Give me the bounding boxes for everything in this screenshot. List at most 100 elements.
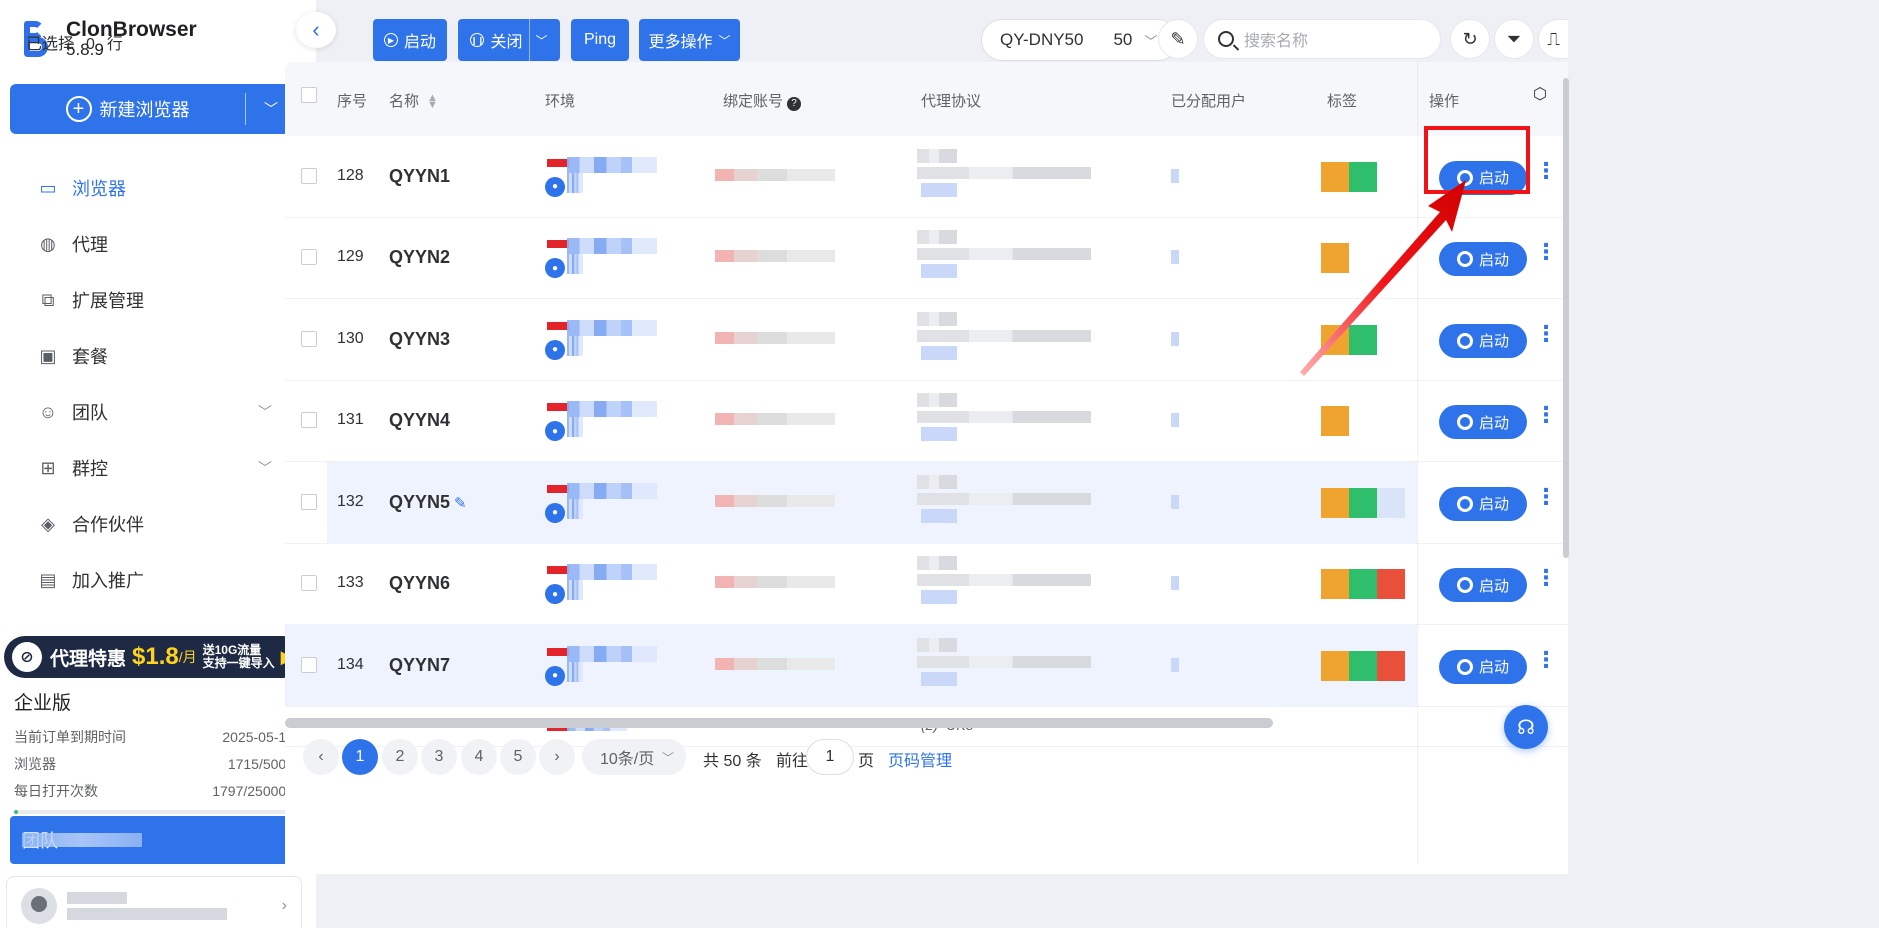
bookmark-button[interactable]: ⎍ — [1538, 19, 1568, 59]
row-start-button[interactable]: 启动 — [1439, 160, 1527, 195]
goto-page-input[interactable]: 1 — [806, 739, 854, 775]
promo-subtext: 送10G流量 支持一键导入 — [202, 643, 275, 670]
table-row[interactable]: 134 QYYN7 ● 启动 ⋮ — [285, 625, 1568, 707]
more-options-icon[interactable]: ⋮ — [1535, 485, 1557, 507]
sidebar-item-browser[interactable]: ▭ 浏览器 — [0, 160, 316, 216]
proxy-promo-icon: ⊘ — [12, 642, 42, 672]
table-row[interactable]: 132 QYYN5 ✎ ● 启动 ⋮ — [285, 462, 1568, 544]
sidebar-item-label: 代理 — [72, 235, 108, 255]
table-row[interactable]: 128 QYYN1 ● 启动 ⋮ — [285, 136, 1568, 218]
env-info-blurred — [567, 482, 657, 499]
more-actions-button[interactable]: 更多操作 ﹀ — [639, 19, 740, 61]
sort-icon[interactable]: ▲ ▼ — [427, 93, 438, 111]
refresh-button[interactable]: ↻ — [1450, 19, 1490, 59]
sidebar-item-team[interactable]: ☺ 团队 ﹀ — [0, 384, 316, 440]
horizontal-scrollbar[interactable] — [285, 718, 1273, 728]
goto-suffix: 页 — [858, 753, 875, 770]
row-start-button[interactable]: 启动 — [1439, 323, 1527, 358]
row-checkbox[interactable] — [301, 167, 317, 184]
more-options-icon[interactable]: ⋮ — [1535, 404, 1557, 426]
proxy-promo-banner[interactable]: ⊘ 代理特惠 $1.8 /月 送10G流量 支持一键导入 ▶ — [4, 636, 304, 678]
header-name[interactable]: 名称 ▲ ▼ — [389, 90, 438, 111]
vertical-scrollbar[interactable] — [1563, 78, 1569, 558]
support-float-button[interactable]: ☊ — [1504, 705, 1548, 749]
close-dropdown-chevron-icon[interactable]: ﹀ — [536, 32, 548, 49]
table-row[interactable]: 131 QYYN4 ● 启动 ⋮ — [285, 381, 1568, 462]
sidebar-item-partners[interactable]: ◈ 合作伙伴 — [0, 496, 316, 552]
row-index: 133 — [337, 574, 364, 592]
more-options-icon[interactable]: ⋮ — [1535, 241, 1557, 263]
sidebar-item-group-control[interactable]: ⊞ 群控 ﹀ — [0, 440, 316, 496]
column-settings-icon[interactable]: ⬡ — [1533, 84, 1547, 104]
start-selected-button[interactable]: ▶ 启动 — [373, 19, 447, 61]
tag-chip — [1321, 324, 1349, 355]
page-3[interactable]: 3 — [421, 739, 457, 775]
new-browser-button[interactable]: + 新建浏览器 ﹀ — [10, 84, 296, 134]
table-row[interactable]: 133 QYYN6 ● 启动 ⋮ — [285, 544, 1568, 625]
promo-price: $1.8 — [132, 643, 179, 670]
chrome-icon — [1456, 414, 1473, 431]
tag-chip — [1349, 324, 1377, 355]
cookie-icon: ● — [545, 176, 565, 197]
sidebar-item-affiliate[interactable]: ▤ 加入推广 — [0, 552, 316, 608]
table-row[interactable]: 130 QYYN3 ● 启动 ⋮ — [285, 299, 1568, 381]
page-5[interactable]: 5 — [500, 739, 536, 775]
more-options-icon[interactable]: ⋮ — [1535, 648, 1557, 670]
more-options-icon[interactable]: ⋮ — [1535, 567, 1557, 589]
row-start-button[interactable]: 启动 — [1439, 568, 1527, 603]
users-blurred — [1171, 250, 1179, 265]
row-checkbox[interactable] — [301, 656, 317, 673]
ping-button[interactable]: Ping — [571, 19, 629, 61]
search-input[interactable]: 搜索名称 — [1203, 19, 1441, 59]
edit-group-button[interactable]: ✎ — [1158, 19, 1198, 59]
promo-line2: 支持一键导入 — [202, 656, 275, 670]
page-2[interactable]: 2 — [382, 739, 418, 775]
tag-chip — [1321, 161, 1349, 192]
filter-button[interactable]: ⏷ — [1494, 19, 1534, 59]
prev-page-button[interactable]: ‹ — [303, 739, 339, 775]
row-checkbox[interactable] — [301, 493, 317, 510]
globe-icon: ◍ — [40, 233, 56, 254]
group-select[interactable]: QY-DNY50 50 ﹀ — [981, 19, 1179, 61]
row-checkbox[interactable] — [301, 575, 317, 592]
account-blurred — [715, 576, 835, 589]
proxy-info-blurred — [917, 556, 957, 571]
sidebar-item-proxy[interactable]: ◍ 代理 — [0, 216, 316, 272]
row-start-button[interactable]: 启动 — [1439, 242, 1527, 277]
total-count: 共 50 条 — [703, 753, 762, 770]
row-checkbox[interactable] — [301, 330, 317, 347]
row-name-text: QYYN7 — [389, 654, 451, 675]
page-4[interactable]: 4 — [461, 739, 497, 775]
team-switcher[interactable]: 团队 — [10, 816, 298, 864]
more-options-icon[interactable]: ⋮ — [1535, 159, 1557, 181]
row-start-button[interactable]: 启动 — [1439, 486, 1527, 521]
page-manage-link[interactable]: 页码管理 — [888, 747, 952, 771]
user-card[interactable]: › — [6, 876, 302, 928]
sidebar-item-plans[interactable]: ▣ 套餐 — [0, 328, 316, 384]
team-icon: ☺ — [38, 401, 58, 422]
cookie-icon: ● — [545, 584, 565, 605]
sidebar-item-extensions[interactable]: ⧉ 扩展管理 — [0, 272, 316, 328]
proxy-info-blurred — [921, 427, 957, 442]
help-icon[interactable]: ? — [787, 97, 802, 111]
page-1[interactable]: 1 — [342, 739, 378, 775]
proxy-info-blurred — [917, 574, 1091, 587]
new-browser-main[interactable]: + 新建浏览器 — [10, 96, 245, 122]
close-selected-button[interactable]: ❙❙ 关闭 ﹀ — [458, 19, 560, 61]
row-checkbox[interactable] — [301, 412, 317, 429]
row-start-button[interactable]: 启动 — [1439, 405, 1527, 440]
pause-circle-icon: ❙❙ — [470, 33, 485, 47]
page-size-select[interactable]: 10条/页 ﹀ — [582, 739, 686, 775]
tag-chip — [1349, 569, 1377, 600]
sidebar-item-label: 浏览器 — [72, 179, 126, 199]
table-row[interactable]: 129 QYYN2 ● 启动 ⋮ — [285, 218, 1568, 299]
row-start-button[interactable]: 启动 — [1439, 649, 1527, 684]
row-index: 129 — [337, 248, 364, 266]
next-page-button[interactable]: › — [539, 739, 575, 775]
more-options-icon[interactable]: ⋮ — [1535, 322, 1557, 344]
collapse-sidebar-button[interactable]: ‹ — [296, 12, 336, 48]
select-all-checkbox[interactable] — [301, 87, 317, 103]
row-checkbox[interactable] — [301, 249, 317, 266]
proxy-info-blurred — [917, 655, 1091, 668]
edit-name-icon[interactable]: ✎ — [454, 494, 467, 512]
